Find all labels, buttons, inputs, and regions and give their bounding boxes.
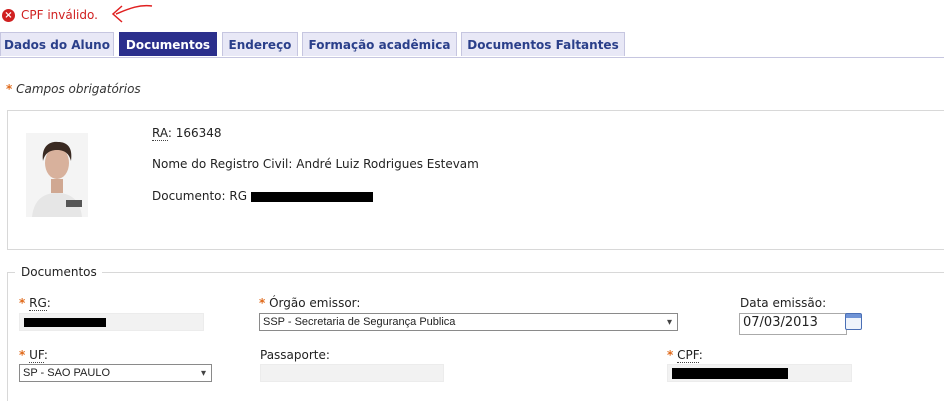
uf-label: * UF: [19, 348, 48, 363]
tab-dados-do-aluno[interactable]: Dados do Aluno [0, 32, 114, 56]
passaporte-label: Passaporte: [260, 348, 330, 362]
fieldset-border [7, 272, 15, 273]
error-message: CPF inválido. [21, 8, 98, 22]
ra-row: RA: 166348 [152, 126, 222, 141]
chevron-down-icon: ▾ [666, 317, 672, 328]
annotation-arrow-icon [111, 4, 153, 23]
document-row: Documento: RG [152, 189, 373, 203]
tab-endereco[interactable]: Endereço [222, 32, 298, 56]
data-emissao-label: Data emissão: [740, 296, 827, 310]
document-type: RG [229, 189, 248, 203]
passaporte-input[interactable] [260, 364, 444, 382]
required-fields-note: * Campos obrigatórios [6, 82, 141, 96]
documents-legend: Documentos [21, 265, 97, 279]
name-label: Nome do Registro Civil: [152, 157, 293, 171]
tab-documentos[interactable]: Documentos [119, 32, 217, 56]
redacted-document-number [250, 191, 373, 202]
chevron-down-icon: ▾ [200, 368, 206, 379]
uf-select[interactable]: SP - SAO PAULO ▾ [19, 364, 212, 382]
cpf-label: * CPF: [667, 348, 703, 363]
ra-label: RA [152, 126, 168, 141]
redacted-rg-value [24, 318, 106, 327]
rg-input[interactable] [19, 313, 204, 331]
data-emissao-input[interactable]: 07/03/2013 [739, 313, 847, 335]
ra-value: : 166348 [167, 126, 222, 140]
name-value: André Luiz Rodrigues Estevam [296, 157, 479, 171]
rg-label: * RG: [19, 296, 51, 311]
orgao-emissor-select[interactable]: SSP - Secretaria de Segurança Publica ▾ [259, 313, 678, 331]
tab-documentos-faltantes[interactable]: Documentos Faltantes [461, 32, 625, 56]
fieldset-border [102, 272, 944, 273]
name-row: Nome do Registro Civil: André Luiz Rodri… [152, 157, 479, 171]
orgao-emissor-label: * Órgão emissor: [259, 296, 361, 310]
student-photo [26, 133, 88, 217]
tab-formacao-academica[interactable]: Formação acadêmica [302, 32, 457, 56]
calendar-icon[interactable] [845, 313, 862, 330]
tab-underline [0, 57, 944, 58]
error-icon: × [2, 9, 15, 22]
fieldset-border [7, 272, 8, 401]
document-label: Documento: [152, 189, 226, 203]
cpf-input[interactable] [667, 364, 852, 382]
redacted-cpf-value [672, 368, 788, 379]
student-info-panel [7, 110, 944, 250]
